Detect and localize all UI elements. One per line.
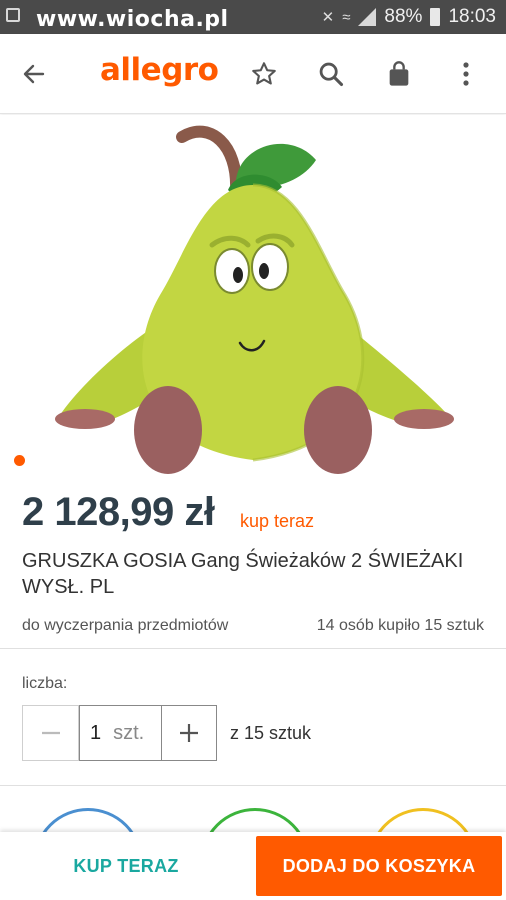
pear-plush-illustration: [55, 125, 454, 474]
quantity-unit: szt.: [113, 721, 145, 744]
signal-icon: [358, 8, 377, 26]
quantity-stepper: 1 szt.: [22, 705, 217, 761]
plus-icon: [180, 724, 198, 742]
watermark: www.wiocha.pl: [36, 7, 229, 32]
available-quantity: z 15 sztuk: [230, 723, 312, 743]
bottom-action-bar: KUP TERAZ DODAJ DO KOSZYKA: [0, 832, 506, 900]
availability-text: do wyczerpania przedmiotów: [22, 617, 229, 634]
carousel-indicator[interactable]: [14, 455, 25, 466]
divider: [0, 648, 506, 649]
decrement-button[interactable]: [23, 706, 79, 760]
battery-icon: [430, 8, 441, 26]
buy-now-button[interactable]: KUP TERAZ: [0, 832, 252, 900]
screenshot-icon: [6, 8, 20, 22]
quantity-value: 1: [90, 721, 102, 744]
system-tray: ✕ ≈ 88% 18:03: [322, 6, 496, 28]
notification-icons: [6, 8, 20, 22]
quantity-label: liczba:: [22, 675, 68, 692]
sold-count: 14 osób kupiło 15 sztuk: [316, 617, 484, 634]
quantity-input[interactable]: 1 szt.: [79, 705, 161, 761]
search-icon[interactable]: [311, 54, 351, 94]
buy-now-tag: kup teraz: [240, 511, 315, 531]
mute-icon: ✕: [321, 9, 335, 26]
divider: [0, 785, 506, 786]
increment-button[interactable]: [161, 705, 217, 761]
more-vert-icon[interactable]: [446, 54, 486, 94]
app-bar: allegro: [0, 34, 506, 114]
back-arrow-icon[interactable]: [14, 54, 54, 94]
status-bar: www.wiocha.pl ✕ ≈ 88% 18:03: [0, 0, 506, 34]
clock: 18:03: [448, 6, 496, 27]
product-title: GRUSZKA GOSIA Gang Świeżaków 2 ŚWIEŻAKI …: [22, 550, 464, 598]
add-to-cart-button[interactable]: DODAJ DO KOSZYKA: [256, 836, 502, 896]
wifi-icon: ≈: [342, 8, 351, 26]
minus-icon: [41, 731, 60, 735]
product-image[interactable]: [0, 115, 506, 480]
star-icon[interactable]: [244, 54, 284, 94]
shopping-bag-icon[interactable]: [379, 54, 419, 94]
allegro-logo[interactable]: allegro: [100, 52, 219, 88]
product-price: 2 128,99 zł: [22, 490, 215, 534]
battery-percent: 88%: [384, 6, 423, 27]
